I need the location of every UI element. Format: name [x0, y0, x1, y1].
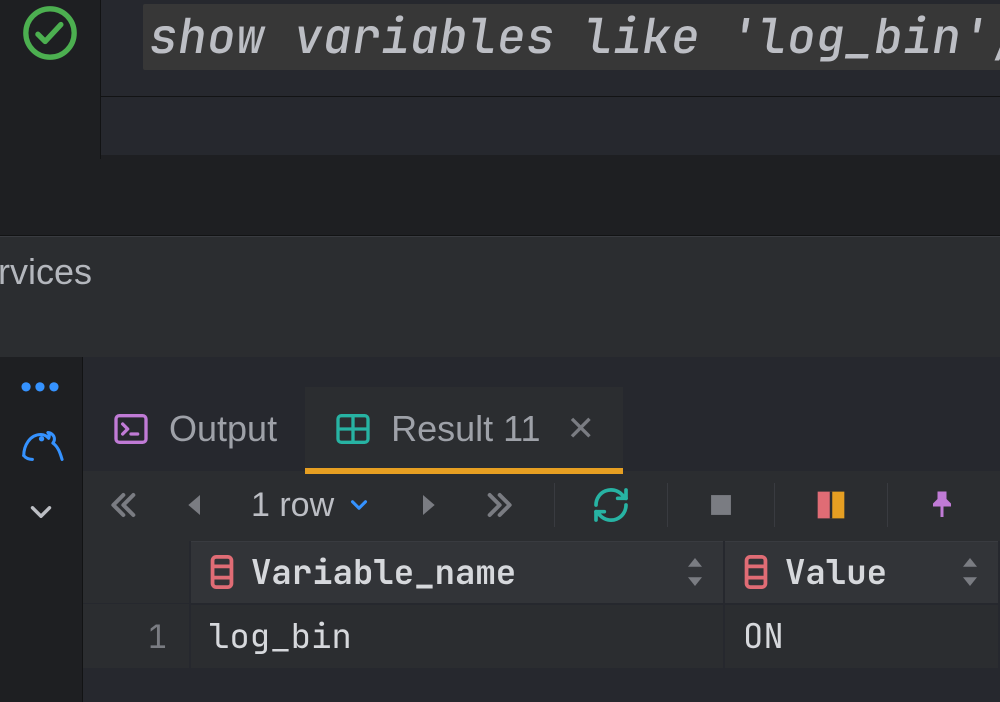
- more-dots-icon[interactable]: •••: [20, 377, 62, 397]
- first-page-icon[interactable]: [105, 485, 145, 525]
- table-row[interactable]: 1 log_bin ON: [83, 604, 1000, 668]
- tab-output-label: Output: [169, 408, 277, 450]
- pin-icon[interactable]: [924, 487, 960, 523]
- row-count-text: 1 row: [251, 486, 334, 525]
- chevron-down-icon[interactable]: [24, 495, 58, 529]
- sort-icon[interactable]: [685, 558, 705, 586]
- editor-gutter: [0, 0, 101, 100]
- column-header-variable-name[interactable]: Variable_name: [191, 541, 725, 605]
- mysql-dolphin-icon[interactable]: [18, 423, 64, 469]
- toolbar-separator: [774, 483, 775, 527]
- stop-icon[interactable]: [704, 488, 738, 522]
- grid-table-icon: [333, 409, 373, 449]
- results-tool-area: •••: [0, 357, 1000, 702]
- compare-diff-icon[interactable]: [811, 485, 851, 525]
- tab-result-label: Result 11: [391, 408, 540, 450]
- services-label: rvices: [0, 251, 92, 293]
- close-icon[interactable]: ✕: [567, 409, 596, 449]
- row-number: 1: [83, 604, 191, 668]
- services-panel-header[interactable]: rvices: [0, 236, 1000, 357]
- last-page-icon[interactable]: [478, 485, 518, 525]
- prev-page-icon[interactable]: [175, 485, 215, 525]
- cell-value[interactable]: ON: [725, 604, 1000, 668]
- row-number-header: [83, 541, 191, 605]
- next-page-icon[interactable]: [408, 485, 448, 525]
- sql-editor-row: show variables like 'log_bin';: [0, 0, 1000, 97]
- sort-icon[interactable]: [960, 558, 980, 586]
- sql-statement[interactable]: show variables like 'log_bin';: [143, 4, 1000, 70]
- column-header-variable-name-text: Variable_name: [251, 550, 516, 595]
- tool-left-rail: •••: [0, 357, 83, 702]
- refresh-icon[interactable]: [591, 485, 631, 525]
- tab-output[interactable]: Output: [83, 387, 305, 471]
- terminal-icon: [111, 409, 151, 449]
- result-tabs: Output Result 11 ✕: [83, 357, 1000, 471]
- table-header-row: Variable_name Va: [83, 542, 1000, 604]
- row-count[interactable]: 1 row: [251, 486, 372, 525]
- column-type-icon: [743, 555, 769, 589]
- toolbar-separator: [667, 483, 668, 527]
- column-type-icon: [209, 555, 235, 589]
- toolbar-separator: [554, 483, 555, 527]
- editor-lower-gap: [0, 155, 1000, 236]
- result-toolbar: 1 row: [83, 471, 1000, 541]
- cell-variable-name[interactable]: log_bin: [191, 604, 725, 668]
- chevron-down-icon: [346, 492, 372, 518]
- column-header-value-text: Value: [785, 550, 887, 595]
- editor-area[interactable]: show variables like 'log_bin';: [101, 0, 1000, 96]
- result-table: Variable_name Va: [83, 541, 1000, 668]
- toolbar-separator: [887, 483, 888, 527]
- column-header-value[interactable]: Value: [725, 541, 1000, 605]
- tab-result[interactable]: Result 11 ✕: [305, 387, 623, 471]
- success-check-icon: [21, 4, 79, 62]
